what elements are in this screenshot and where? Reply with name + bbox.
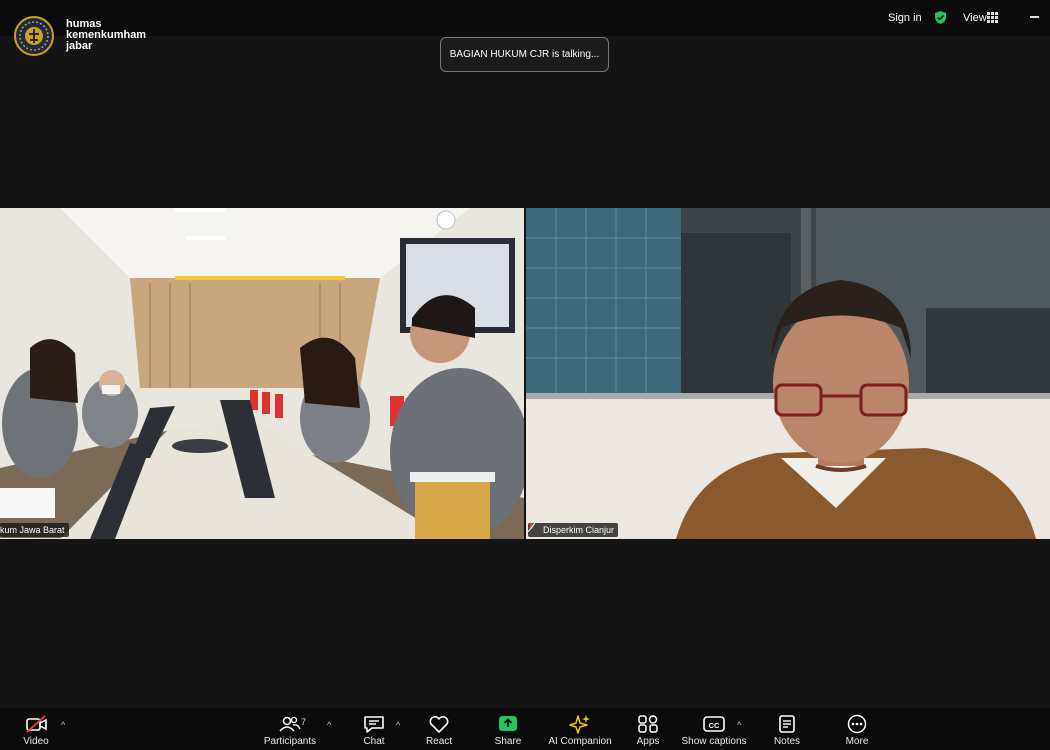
ai-companion-label: AI Companion (548, 736, 612, 747)
minimize-button[interactable] (1030, 16, 1039, 18)
sign-in-button[interactable]: Sign in (888, 12, 922, 24)
react-button[interactable]: React (425, 708, 453, 750)
chat-label: Chat (363, 736, 385, 747)
chat-options-caret[interactable]: ^ (396, 720, 400, 730)
video-tile-left[interactable]: kum Jawa Barat (0, 208, 524, 539)
view-button[interactable]: View (963, 12, 987, 24)
svg-text:CC: CC (709, 721, 720, 730)
video-tile-right[interactable]: Disperkim Cianjur (526, 208, 1050, 539)
participant-video (526, 208, 1050, 539)
conference-room-video (0, 208, 524, 539)
heart-icon (429, 715, 449, 733)
participants-button[interactable]: 7 Participants (264, 708, 316, 750)
sparkle-icon (569, 715, 590, 734)
apps-icon (638, 715, 658, 733)
apps-label: Apps (636, 736, 660, 747)
apps-button[interactable]: Apps (634, 708, 662, 750)
video-label: Video (23, 736, 49, 747)
ai-companion-button[interactable]: AI Companion (548, 708, 612, 750)
grid-view-icon[interactable] (987, 12, 998, 23)
participants-count: 7 (301, 717, 307, 727)
video-button[interactable]: Video (20, 708, 54, 750)
share-button[interactable]: Share (494, 708, 522, 750)
brand-line: jabar (66, 40, 93, 52)
chat-button[interactable]: Chat (360, 708, 388, 750)
notes-label: Notes (773, 736, 801, 747)
captions-options-caret[interactable]: ^ (737, 720, 741, 730)
shield-check-icon[interactable] (933, 10, 948, 25)
participant-name-tag: kum Jawa Barat (0, 523, 69, 537)
video-options-caret[interactable]: ^ (61, 720, 65, 730)
participant-name-tag: Disperkim Cianjur (528, 523, 619, 537)
active-speaker-notice: BAGIAN HUKUM CJR is talking... (440, 37, 609, 72)
share-label: Share (494, 736, 522, 747)
more-button[interactable]: More (843, 708, 871, 750)
closed-captions-icon: CC (703, 716, 725, 732)
meeting-toolbar: Video ^ 7 Participants ^ Chat ^ React Sh… (0, 708, 1050, 750)
show-captions-button[interactable]: CC Show captions (681, 708, 747, 750)
kemenkumham-logo (14, 16, 54, 56)
notes-icon (779, 715, 795, 733)
video-off-icon (26, 715, 47, 733)
more-options-icon (847, 714, 867, 734)
share-screen-icon (499, 716, 517, 731)
show-captions-label: Show captions (681, 736, 747, 747)
participants-options-caret[interactable]: ^ (327, 720, 331, 730)
mic-muted-icon (528, 523, 535, 532)
brand-text: humas kemenkumham jabar (66, 19, 146, 52)
participants-label: Participants (263, 736, 317, 747)
participant-name: Disperkim Cianjur (543, 525, 615, 535)
chat-icon (364, 716, 384, 733)
more-label: More (845, 736, 869, 747)
participants-icon (279, 716, 301, 732)
notes-button[interactable]: Notes (773, 708, 801, 750)
react-label: React (425, 736, 453, 747)
